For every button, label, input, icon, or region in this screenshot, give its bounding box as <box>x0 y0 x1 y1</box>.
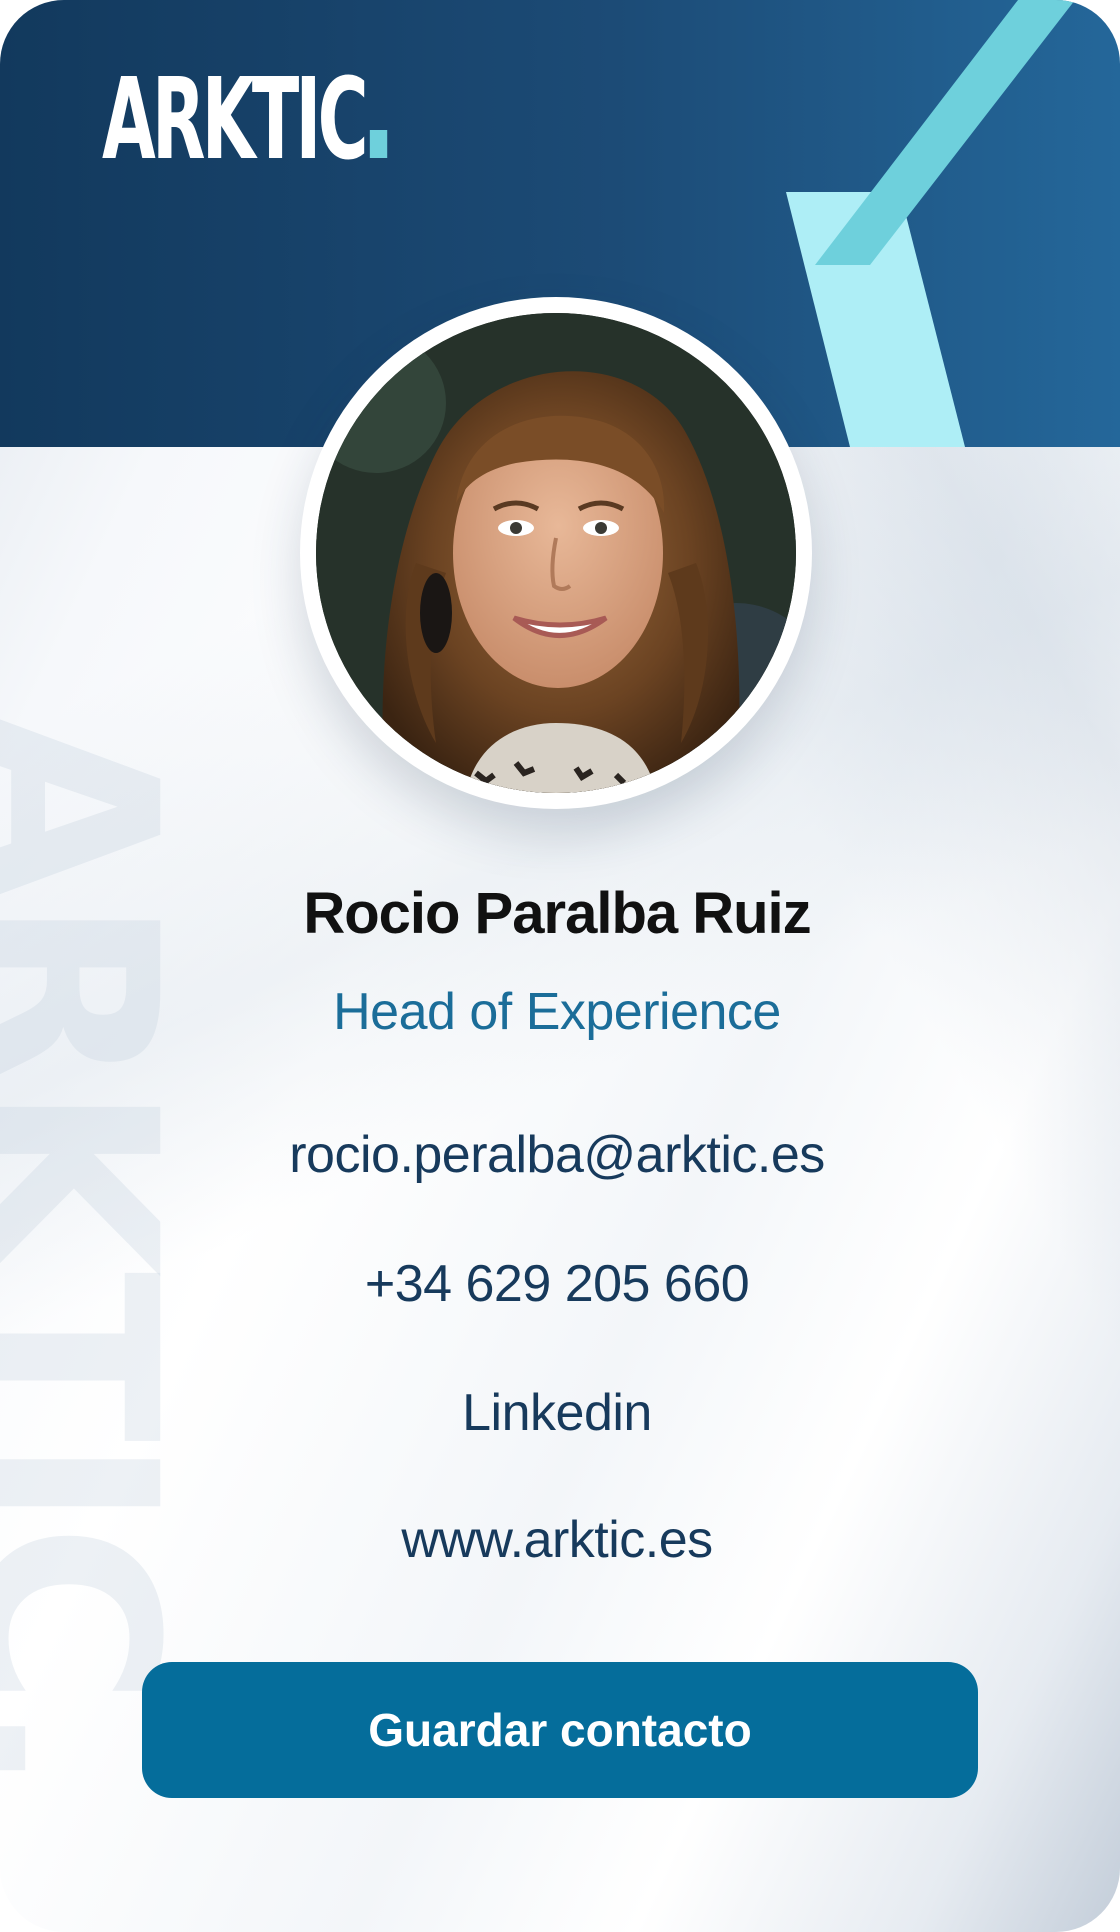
avatar-frame <box>300 297 812 809</box>
avatar <box>316 313 796 793</box>
logo-text: ARKTIC <box>102 55 369 185</box>
website-link[interactable]: www.arktic.es <box>0 1510 1114 1570</box>
brand-logo: ARKTIC <box>102 64 388 176</box>
email-link[interactable]: rocio.peralba@arktic.es <box>0 1125 1114 1185</box>
logo-dot <box>369 130 388 158</box>
contact-name: Rocio Paralba Ruiz <box>303 881 811 946</box>
save-contact-button[interactable]: Guardar contacto <box>142 1662 978 1798</box>
phone-link[interactable]: +34 629 205 660 <box>0 1254 1114 1314</box>
watermark-text: ARKTIC. <box>0 710 210 1790</box>
linkedin-link[interactable]: Linkedin <box>0 1383 1114 1443</box>
contact-card: ARKTIC. ARKTIC Rocio Paralba Ruiz Head o… <box>0 0 1120 1932</box>
profile-photo-icon <box>316 313 796 793</box>
contact-role: Head of Experience <box>333 983 781 1041</box>
